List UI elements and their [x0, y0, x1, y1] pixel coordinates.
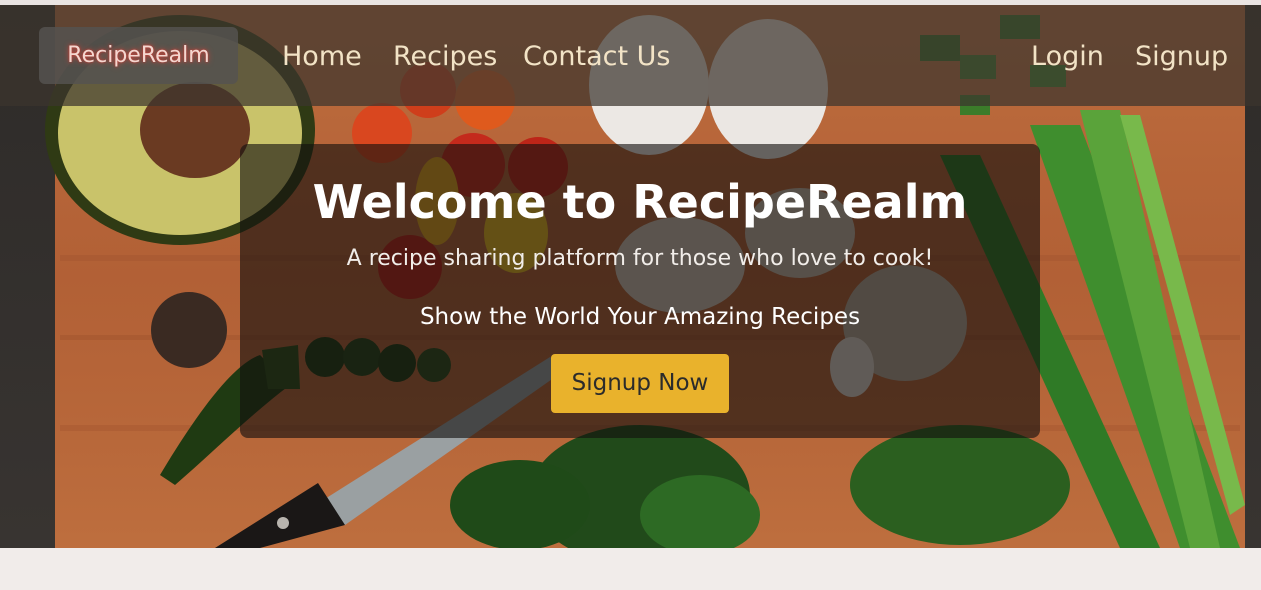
nav-link-login[interactable]: Login [1031, 39, 1104, 75]
signup-now-button[interactable]: Signup Now [551, 354, 729, 413]
nav-link-contact-us[interactable]: Contact Us [523, 39, 670, 75]
nav-link-recipes[interactable]: Recipes [393, 39, 497, 75]
hero-title: Welcome to RecipeRealm [312, 175, 968, 229]
nav-link-home[interactable]: Home [282, 39, 362, 75]
hero-card: Welcome to RecipeRealm A recipe sharing … [240, 144, 1040, 438]
nav-link-signup[interactable]: Signup [1135, 39, 1228, 75]
hero-subtitle: A recipe sharing platform for those who … [346, 246, 934, 271]
brand-logo[interactable]: RecipeRealm [39, 27, 238, 84]
hero-tagline: Show the World Your Amazing Recipes [419, 304, 861, 330]
navbar: RecipeRealm Home Recipes Contact Us Logi… [0, 5, 1261, 106]
